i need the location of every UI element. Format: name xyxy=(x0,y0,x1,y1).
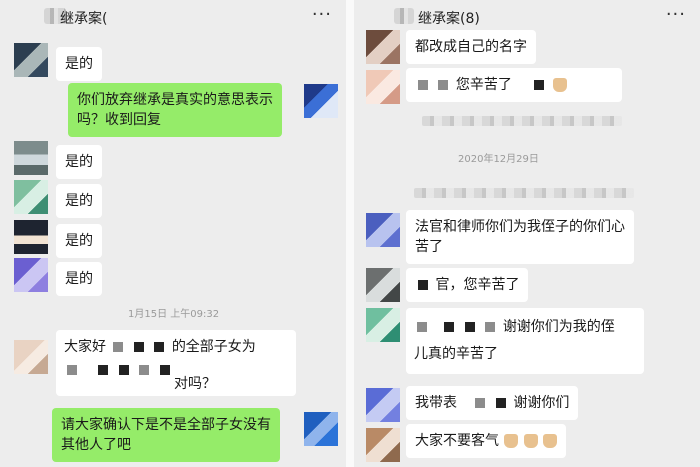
message-bubble: 大家好 的全部子女为 对吗？ xyxy=(56,330,296,396)
redaction-block xyxy=(418,80,428,90)
redaction-block xyxy=(98,365,109,375)
chat-title: 继承案( xyxy=(60,11,108,27)
blurred-system-message xyxy=(422,116,622,126)
message-bubble: 我带表 谢谢你们 xyxy=(406,386,579,420)
redaction-block xyxy=(485,322,496,332)
avatar[interactable] xyxy=(14,180,48,214)
message-text: 谢谢你们为我的侄 xyxy=(502,319,615,335)
message-text: 我带表 xyxy=(415,395,457,411)
message-bubble: 是的 xyxy=(56,224,102,258)
redaction-block xyxy=(139,365,150,375)
avatar[interactable] xyxy=(366,30,400,64)
redaction-block xyxy=(438,80,449,90)
avatar[interactable] xyxy=(366,70,400,104)
message-bubble-self: 你们放弃继承是真实的意思表示 吗？收到回复 xyxy=(68,83,282,137)
avatar[interactable] xyxy=(366,428,400,462)
redaction-block xyxy=(418,280,428,290)
redaction-block xyxy=(118,365,129,375)
redaction-block xyxy=(417,322,427,332)
avatar[interactable] xyxy=(366,388,400,422)
chat-header: 继承案(8) ··· xyxy=(354,0,700,34)
chat-panel-right: 继承案(8) ··· 都改成自己的名字 您辛苦了 2020年12月29日 法官和… xyxy=(354,0,700,467)
avatar[interactable] xyxy=(14,43,48,77)
message-bubble-self: 请大家确认下是不是全部子女没有 其他人了吧 xyxy=(52,408,280,462)
pray-emoji-icon xyxy=(504,434,519,448)
message-bubble: 法官和律师你们为我侄子的你们心 苦了 xyxy=(406,210,634,264)
redaction-block xyxy=(444,322,455,332)
redaction-block xyxy=(154,342,165,352)
message-bubble: 官，您辛苦了 xyxy=(406,268,529,302)
blurred-system-message xyxy=(414,188,634,198)
redaction-block xyxy=(67,365,77,375)
timestamp: 1月15日 上午09:32 xyxy=(128,309,220,320)
pray-emoji-icon xyxy=(543,434,558,448)
message-text: 大家不要客气 xyxy=(415,433,499,449)
message-bubble: 您辛苦了 xyxy=(406,68,622,102)
pray-emoji-icon xyxy=(552,78,567,92)
message-text: 大家好 xyxy=(64,339,106,355)
message-text: 您辛苦了 xyxy=(455,77,512,93)
message-text: 对吗？ xyxy=(174,376,216,392)
message-text: 儿真的辛苦了 xyxy=(414,346,498,362)
avatar-self[interactable] xyxy=(304,412,338,446)
redaction-block xyxy=(464,322,475,332)
redaction-block xyxy=(113,342,124,352)
chat-panel-left: 继承案( ··· 是的 你们放弃继承是真实的意思表示 吗？收到回复 是的 是的 … xyxy=(0,0,346,467)
message-text: 官，您辛苦了 xyxy=(435,277,520,293)
redaction-block xyxy=(475,398,486,408)
avatar-self[interactable] xyxy=(304,84,338,118)
panel-divider xyxy=(346,0,354,467)
avatar[interactable] xyxy=(366,308,400,342)
message-bubble: 谢谢你们为我的侄 儿真的辛苦了 xyxy=(406,308,644,374)
redaction-block xyxy=(159,365,170,375)
avatar[interactable] xyxy=(14,340,48,374)
title-redaction xyxy=(394,8,414,24)
timestamp: 2020年12月29日 xyxy=(458,154,539,165)
message-text: 谢谢你们 xyxy=(513,395,570,411)
more-dots-icon[interactable]: ··· xyxy=(666,4,686,25)
pray-emoji-icon xyxy=(523,434,538,448)
avatar[interactable] xyxy=(14,141,48,175)
message-bubble: 是的 xyxy=(56,145,102,179)
message-bubble: 大家不要客气 xyxy=(406,424,567,458)
avatar[interactable] xyxy=(14,258,48,292)
redaction-block xyxy=(133,342,144,352)
avatar[interactable] xyxy=(366,268,400,302)
message-bubble: 是的 xyxy=(56,262,102,296)
message-bubble: 都改成自己的名字 xyxy=(406,30,536,64)
avatar[interactable] xyxy=(14,220,48,254)
redaction-block xyxy=(534,80,545,90)
chat-header: 继承案( ··· xyxy=(0,0,346,34)
chat-title: 继承案(8) xyxy=(418,11,480,27)
message-text: 的全部子女为 xyxy=(171,339,256,355)
avatar[interactable] xyxy=(366,213,400,247)
message-bubble: 是的 xyxy=(56,184,102,218)
redaction-block xyxy=(495,398,506,408)
message-bubble: 是的 xyxy=(56,47,102,81)
more-dots-icon[interactable]: ··· xyxy=(312,4,332,25)
